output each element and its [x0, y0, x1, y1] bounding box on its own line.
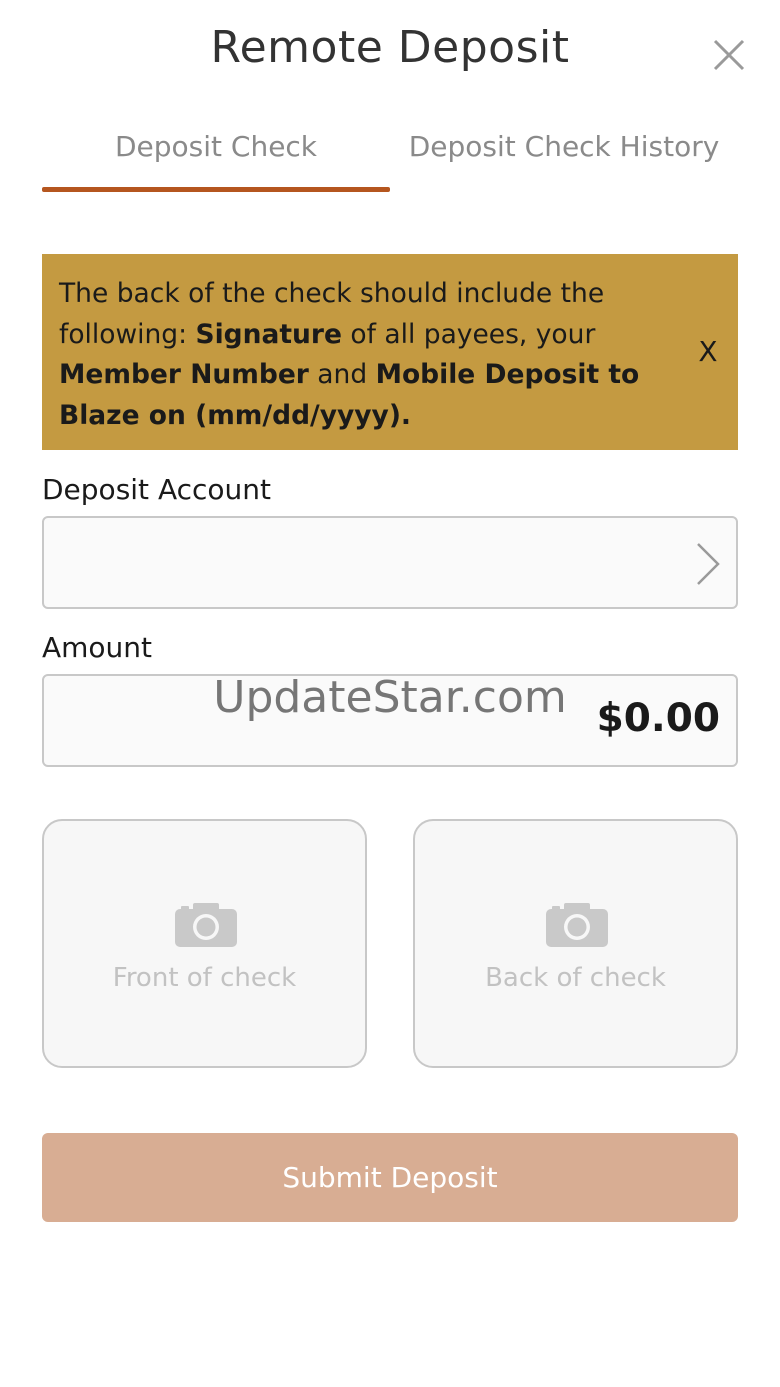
banner-bold-member-number: Member Number	[59, 359, 309, 390]
instruction-banner: The back of the check should include the…	[42, 254, 738, 450]
amount-value: $0.00	[596, 696, 720, 741]
camera-icon	[546, 903, 608, 947]
front-of-check-label: Front of check	[112, 963, 297, 993]
front-of-check-capture[interactable]: Front of check	[42, 819, 367, 1068]
banner-text: The back of the check should include the…	[59, 274, 648, 436]
back-of-check-label: Back of check	[485, 963, 666, 993]
back-of-check-capture[interactable]: Back of check	[413, 819, 738, 1068]
submit-deposit-button[interactable]: Submit Deposit	[42, 1133, 738, 1222]
tab-deposit-check[interactable]: Deposit Check	[42, 118, 390, 194]
banner-text-part: of all payees, your	[341, 318, 596, 350]
tab-deposit-check-history[interactable]: Deposit Check History	[390, 118, 738, 194]
header: Remote Deposit	[0, 0, 780, 100]
chevron-right-icon	[697, 543, 720, 585]
close-button[interactable]	[708, 34, 750, 76]
active-tab-indicator	[42, 187, 390, 192]
banner-dismiss-button[interactable]: X	[690, 334, 726, 370]
deposit-account-selector[interactable]	[42, 516, 738, 609]
banner-text-part: and	[308, 359, 376, 390]
deposit-account-label: Deposit Account	[42, 473, 271, 506]
amount-label: Amount	[42, 631, 153, 664]
tab-bar: Deposit Check Deposit Check History	[42, 118, 738, 198]
close-icon	[713, 39, 745, 71]
amount-input[interactable]: $0.00	[42, 674, 738, 767]
page-title: Remote Deposit	[210, 22, 570, 73]
camera-icon	[175, 903, 237, 947]
banner-bold-signature: Signature	[195, 318, 342, 350]
